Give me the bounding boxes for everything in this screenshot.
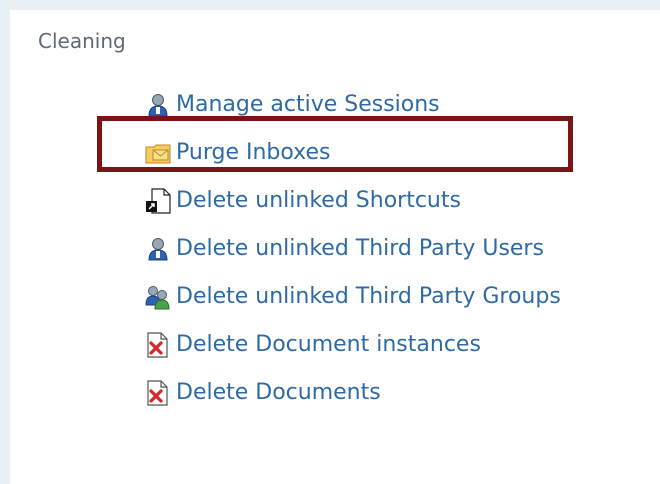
cleaning-panel: Cleaning Manage active Sessions Purge In… [10,10,660,484]
delete-document-icon [144,379,172,407]
menu-item-label: Manage active Sessions [176,92,440,117]
menu-item-manage-active-sessions[interactable]: Manage active Sessions [144,90,440,120]
menu-item-label: Delete unlinked Third Party Users [176,236,544,261]
menu-item-purge-inboxes[interactable]: Purge Inboxes [144,138,331,168]
section-title: Cleaning [38,29,126,53]
user-icon [144,91,172,119]
menu-item-delete-document-instances[interactable]: Delete Document instances [144,330,481,360]
menu-item-delete-unlinked-third-party-groups[interactable]: Delete unlinked Third Party Groups [144,282,561,312]
menu-item-delete-unlinked-third-party-users[interactable]: Delete unlinked Third Party Users [144,234,544,264]
group-icon [144,283,172,311]
menu-item-label: Delete unlinked Shortcuts [176,188,461,213]
menu-item-label: Delete Document instances [176,332,481,357]
menu-item-delete-documents[interactable]: Delete Documents [144,378,381,408]
delete-document-icon [144,331,172,359]
menu-item-label: Delete Documents [176,380,381,405]
menu-item-label: Purge Inboxes [176,140,331,165]
menu-item-delete-unlinked-shortcuts[interactable]: Delete unlinked Shortcuts [144,186,461,216]
shortcut-icon [144,187,172,215]
user-icon [144,235,172,263]
inbox-folder-icon [144,139,172,167]
menu-item-label: Delete unlinked Third Party Groups [176,284,561,309]
